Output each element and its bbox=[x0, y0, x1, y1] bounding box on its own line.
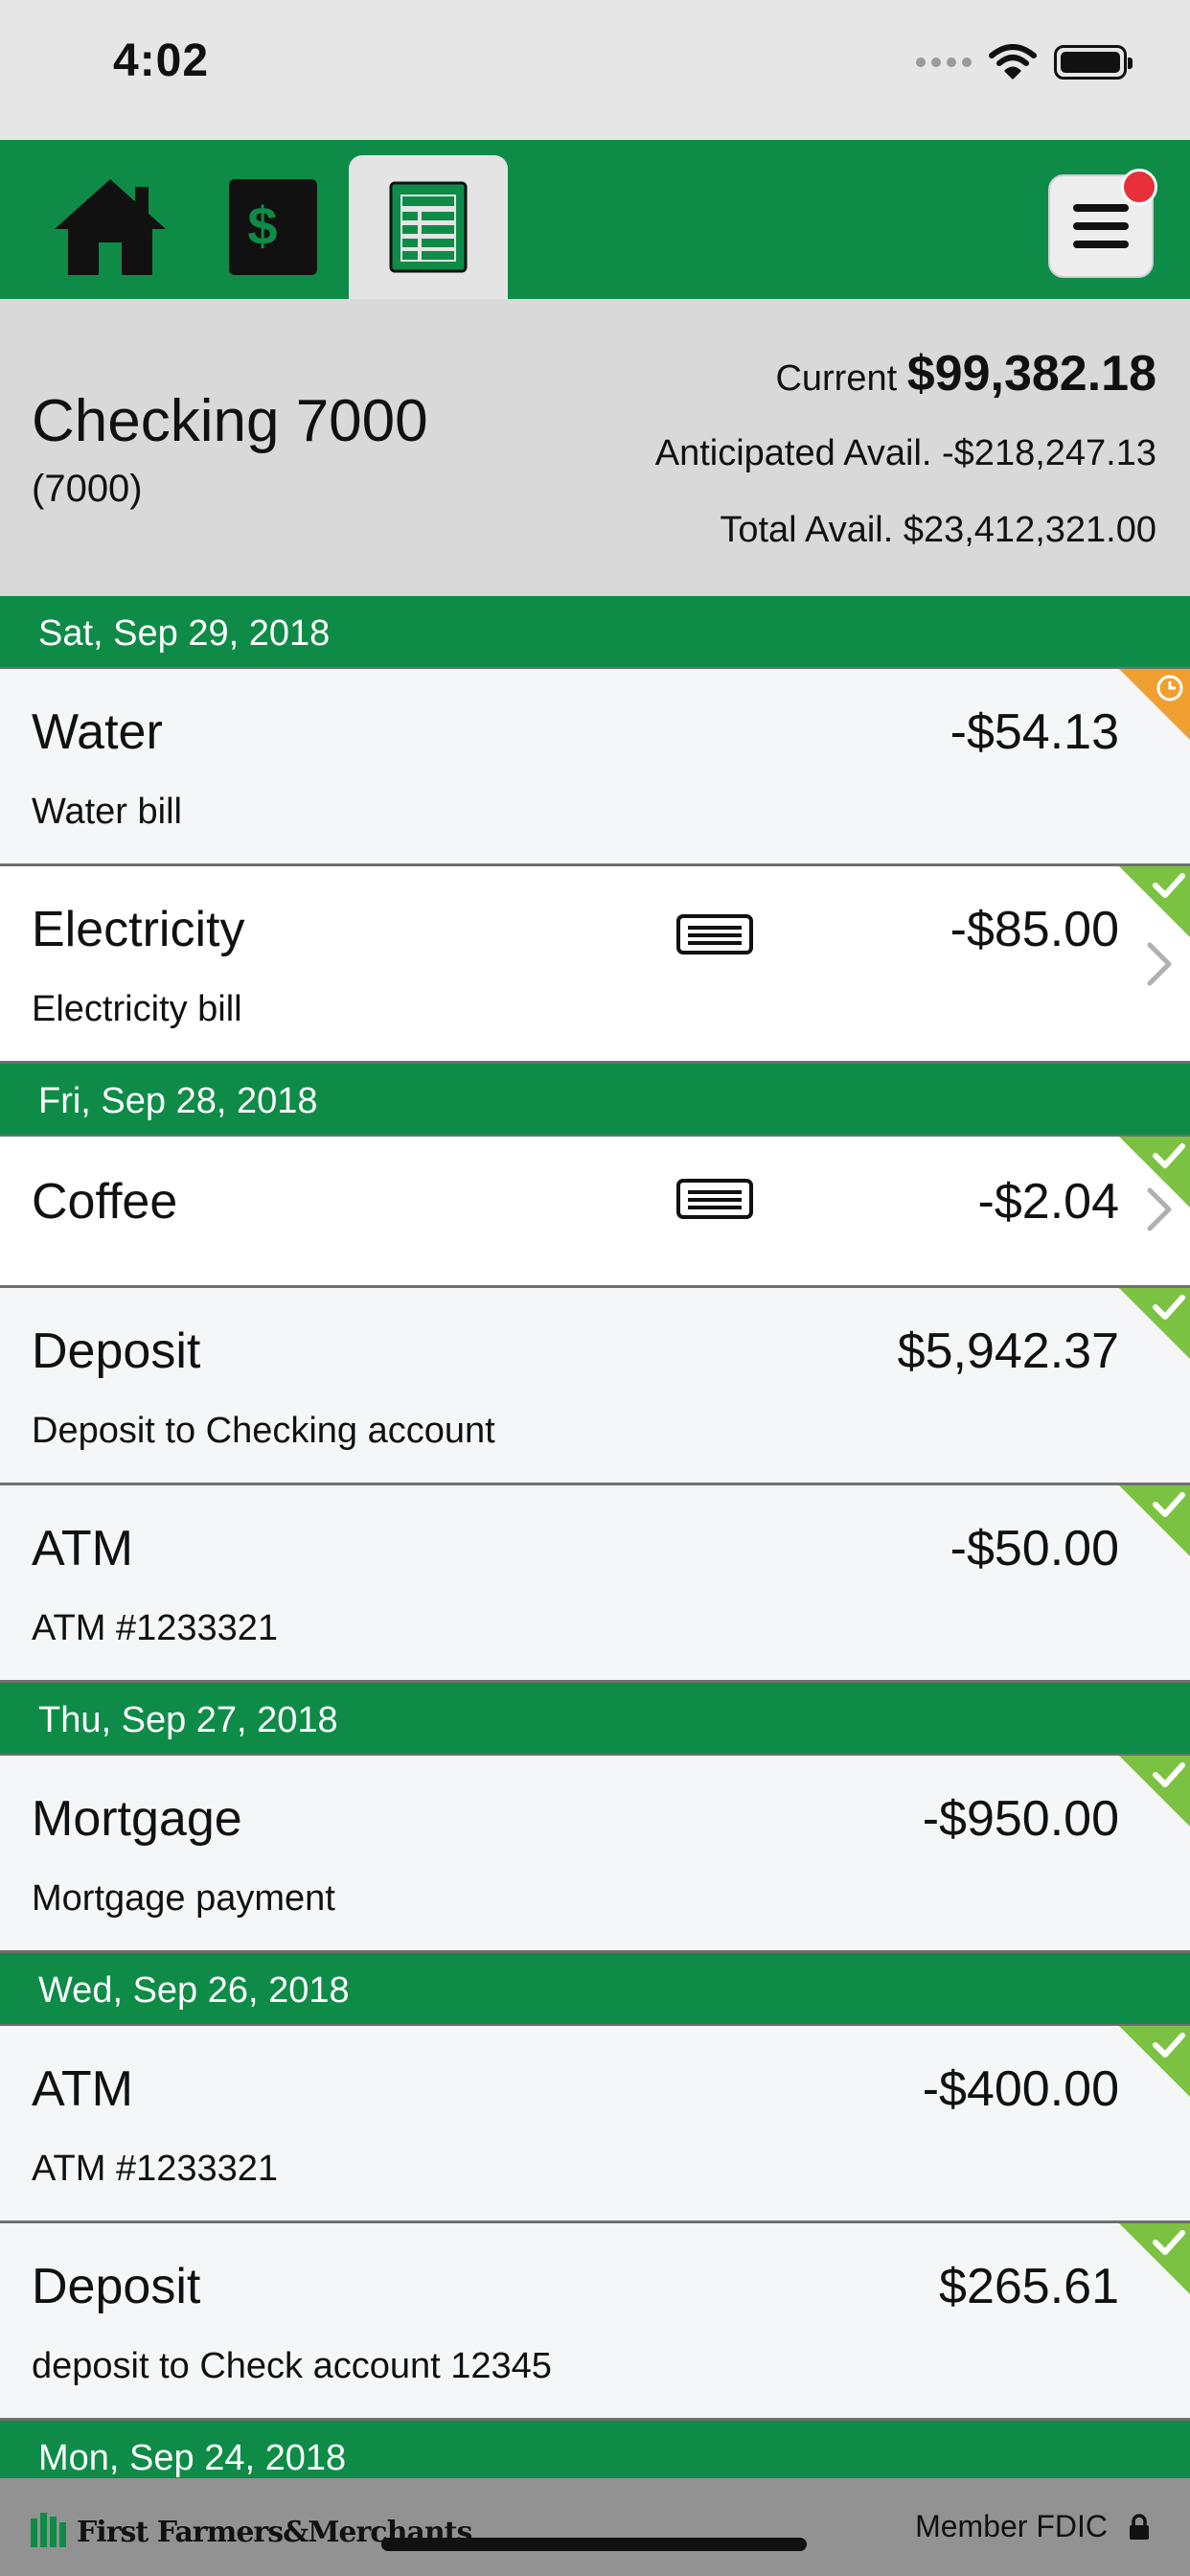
status-time: 4:02 bbox=[113, 35, 210, 86]
transaction-description: deposit to Check account 12345 bbox=[32, 2346, 552, 2386]
card-icon bbox=[676, 1179, 753, 1219]
cellular-signal-icon bbox=[916, 58, 972, 67]
transaction-amount: -$54.13 bbox=[950, 704, 1119, 760]
transaction-name: ATM bbox=[32, 2061, 133, 2117]
transaction-amount: $265.61 bbox=[939, 2259, 1119, 2314]
cleared-check-icon bbox=[1119, 866, 1190, 937]
transaction-amount: -$950.00 bbox=[922, 1791, 1119, 1847]
transaction-row[interactable]: Deposit Deposit to Checking account $5,9… bbox=[0, 1288, 1190, 1485]
transaction-amount: $5,942.37 bbox=[897, 1323, 1119, 1379]
transaction-description: Water bill bbox=[32, 792, 182, 832]
nav-bar: $ bbox=[0, 140, 1190, 299]
transaction-amount: -$85.00 bbox=[950, 902, 1119, 957]
transaction-row[interactable]: Deposit deposit to Check account 12345 $… bbox=[0, 2223, 1190, 2421]
transaction-name: Coffee bbox=[32, 1174, 178, 1230]
total-balance-value: $23,412,321.00 bbox=[903, 510, 1156, 550]
lock-icon bbox=[1130, 2513, 1149, 2540]
transaction-row[interactable]: Mortgage Mortgage payment -$950.00 bbox=[0, 1756, 1190, 1953]
total-balance: Total Avail. $23,412,321.00 bbox=[720, 510, 1156, 551]
transaction-row[interactable]: ATM ATM #1233321 -$50.00 bbox=[0, 1485, 1190, 1683]
account-name: Checking 7000 bbox=[32, 388, 428, 454]
cleared-check-icon bbox=[1119, 2223, 1190, 2294]
current-balance: Current $99,382.18 bbox=[775, 345, 1156, 402]
transaction-row[interactable]: Water Water bill -$54.13 bbox=[0, 669, 1190, 866]
transaction-row[interactable]: ATM ATM #1233321 -$400.00 bbox=[0, 2026, 1190, 2223]
card-icon bbox=[676, 914, 753, 954]
total-balance-label: Total Avail. bbox=[720, 510, 894, 550]
transaction-amount: -$50.00 bbox=[950, 1521, 1119, 1576]
anticipated-balance: Anticipated Avail. -$218,247.13 bbox=[655, 433, 1156, 474]
transaction-description: ATM #1233321 bbox=[32, 2149, 279, 2189]
hamburger-menu-icon bbox=[1073, 204, 1129, 248]
footer: First Farmers&Merchants Member FDIC bbox=[0, 2478, 1190, 2576]
battery-icon bbox=[1054, 45, 1133, 80]
register-icon bbox=[389, 181, 468, 273]
transaction-row[interactable]: Electricity Electricity bill -$85.00 bbox=[0, 866, 1190, 1064]
current-balance-value: $99,382.18 bbox=[906, 346, 1156, 402]
anticipated-balance-value: -$218,247.13 bbox=[942, 433, 1156, 473]
tab-accounts[interactable]: $ bbox=[201, 155, 345, 299]
anticipated-balance-label: Anticipated Avail. bbox=[654, 433, 932, 473]
transaction-name: Electricity bbox=[32, 902, 245, 957]
cleared-check-icon bbox=[1119, 1137, 1190, 1208]
transaction-amount: -$400.00 bbox=[922, 2061, 1119, 2117]
transaction-list: Sat, Sep 29, 2018 Water Water bill -$54.… bbox=[0, 596, 1190, 2494]
transaction-description: Deposit to Checking account bbox=[32, 1411, 495, 1451]
transaction-description: Mortgage payment bbox=[32, 1878, 335, 1919]
money-stack-icon: $ bbox=[229, 179, 317, 275]
home-indicator[interactable] bbox=[381, 2538, 807, 2551]
account-number: (7000) bbox=[32, 468, 143, 510]
pending-clock-icon bbox=[1119, 669, 1190, 740]
status-bar: 4:02 bbox=[0, 0, 1190, 140]
menu-button[interactable] bbox=[1048, 169, 1157, 278]
transaction-description: ATM #1233321 bbox=[32, 1608, 279, 1648]
transaction-name: ATM bbox=[32, 1521, 133, 1576]
cleared-check-icon bbox=[1119, 1485, 1190, 1556]
account-header: Checking 7000 (7000) Current $99,382.18 … bbox=[0, 299, 1190, 596]
notification-badge bbox=[1121, 169, 1157, 205]
cleared-check-icon bbox=[1119, 2026, 1190, 2097]
date-header: Thu, Sep 27, 2018 bbox=[0, 1683, 1190, 1756]
fdic: Member FDIC bbox=[915, 2509, 1150, 2544]
wifi-icon bbox=[989, 44, 1037, 80]
transaction-row[interactable]: Coffee -$2.04 bbox=[0, 1137, 1190, 1288]
transaction-name: Deposit bbox=[32, 2259, 201, 2314]
cleared-check-icon bbox=[1119, 1288, 1190, 1359]
transaction-name: Water bbox=[32, 704, 163, 760]
tab-register[interactable] bbox=[349, 155, 508, 299]
svg-text:$: $ bbox=[247, 196, 277, 256]
wheat-logo-icon bbox=[31, 2513, 66, 2547]
transaction-amount: -$2.04 bbox=[977, 1174, 1119, 1230]
date-header: Fri, Sep 28, 2018 bbox=[0, 1064, 1190, 1137]
home-icon bbox=[55, 179, 166, 275]
date-header: Wed, Sep 26, 2018 bbox=[0, 1953, 1190, 2026]
chevron-right-icon bbox=[1147, 942, 1172, 986]
tab-home[interactable] bbox=[38, 155, 182, 299]
status-icons bbox=[916, 44, 1133, 80]
fdic-label: Member FDIC bbox=[915, 2509, 1108, 2543]
transaction-description: Electricity bill bbox=[32, 989, 242, 1029]
cleared-check-icon bbox=[1119, 1756, 1190, 1827]
date-header: Sat, Sep 29, 2018 bbox=[0, 596, 1190, 669]
transaction-name: Mortgage bbox=[32, 1791, 242, 1847]
current-balance-label: Current bbox=[775, 358, 898, 399]
transaction-name: Deposit bbox=[32, 1323, 201, 1379]
